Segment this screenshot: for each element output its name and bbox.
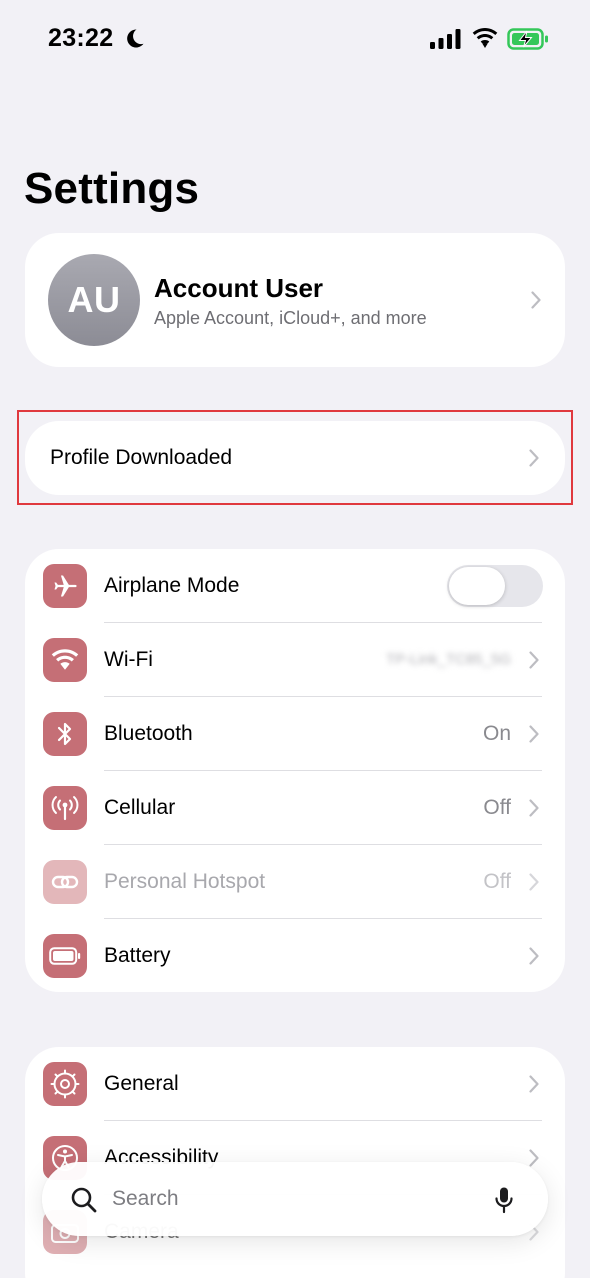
battery-icon	[43, 934, 87, 978]
page-title: Settings	[24, 164, 200, 213]
row-label: Cellular	[104, 796, 176, 819]
chevron-right-icon	[529, 449, 539, 467]
row-label: Personal Hotspot	[104, 870, 266, 893]
gear-icon	[43, 1062, 87, 1106]
general-row[interactable]: General	[25, 1047, 565, 1121]
connectivity-group: Airplane Mode Wi-Fi TP-Link_TC85_5G Blue…	[25, 549, 565, 992]
bluetooth-status: On	[482, 722, 511, 745]
microphone-icon[interactable]	[494, 1186, 514, 1214]
link-icon	[43, 860, 87, 904]
battery-row[interactable]: Battery	[25, 919, 565, 992]
chevron-right-icon	[529, 725, 539, 743]
profile-downloaded-label: Profile Downloaded	[50, 446, 233, 469]
moon-icon	[127, 29, 144, 48]
bluetooth-row[interactable]: Bluetooth On	[25, 697, 565, 771]
toggle-knob	[449, 567, 505, 605]
wifi-network-name: TP-Link_TC85_5G	[385, 651, 511, 668]
row-label: Battery	[104, 944, 171, 967]
wifi-row[interactable]: Wi-Fi TP-Link_TC85_5G	[25, 623, 565, 697]
status-bar: 23:22	[0, 0, 590, 80]
chevron-right-icon	[529, 1075, 539, 1093]
cellular-signal-icon	[430, 29, 461, 49]
airplane-icon	[43, 564, 87, 608]
profile-downloaded-row[interactable]: Profile Downloaded	[25, 421, 565, 495]
chevron-right-icon	[529, 651, 539, 669]
row-label: Bluetooth	[104, 722, 193, 745]
wifi-status-icon	[472, 28, 498, 48]
status-time: 23:22	[48, 24, 114, 52]
account-name: Account User	[154, 273, 324, 303]
search-icon	[71, 1187, 97, 1213]
row-label: Wi-Fi	[104, 648, 153, 671]
chevron-right-icon	[529, 799, 539, 817]
chevron-right-icon	[529, 947, 539, 965]
cellular-row[interactable]: Cellular Off	[25, 771, 565, 845]
airplane-mode-row: Airplane Mode	[25, 549, 565, 623]
row-label: Airplane Mode	[104, 574, 240, 597]
antenna-icon	[43, 786, 87, 830]
wifi-icon	[43, 638, 87, 682]
account-card[interactable]: AU Account User Apple Account, iCloud+, …	[25, 233, 565, 367]
airplane-mode-toggle[interactable]	[447, 565, 543, 607]
search-bar[interactable]: Search	[42, 1162, 548, 1236]
row-label: General	[104, 1072, 179, 1095]
battery-status-icon	[507, 28, 548, 50]
hotspot-status: Off	[483, 870, 511, 893]
chevron-right-icon	[529, 873, 539, 891]
chevron-right-icon	[529, 1149, 539, 1167]
cellular-status: Off	[483, 796, 511, 819]
chevron-right-icon	[531, 291, 541, 309]
search-input[interactable]: Search	[112, 1187, 179, 1211]
avatar: AU	[48, 254, 140, 346]
bluetooth-icon	[43, 712, 87, 756]
personal-hotspot-row: Personal Hotspot Off	[25, 845, 565, 919]
account-subtitle: Apple Account, iCloud+, and more	[154, 308, 427, 328]
